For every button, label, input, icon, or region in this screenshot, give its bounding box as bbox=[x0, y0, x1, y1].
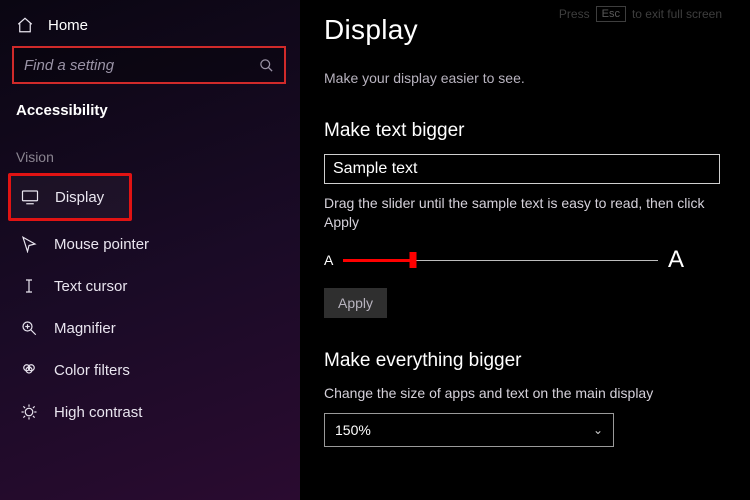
hint-key: Esc bbox=[596, 6, 626, 22]
search-icon bbox=[259, 58, 274, 73]
sidebar-item-label: Color filters bbox=[54, 362, 130, 379]
scale-dropdown[interactable]: 150% ⌄ bbox=[324, 413, 614, 447]
sidebar-item-label: Text cursor bbox=[54, 278, 127, 295]
main-panel: Press Esc to exit full screen Display Ma… bbox=[300, 0, 750, 500]
sidebar-item-display[interactable]: Display bbox=[11, 176, 129, 218]
page-subtitle: Make your display easier to see. bbox=[324, 70, 722, 86]
section-make-everything-bigger: Make everything bigger bbox=[324, 350, 722, 372]
sidebar-item-home[interactable]: Home bbox=[10, 10, 288, 46]
monitor-icon bbox=[21, 188, 39, 206]
fullscreen-hint: Press Esc to exit full screen bbox=[559, 6, 722, 22]
text-size-slider-row: A A bbox=[324, 246, 684, 274]
text-cursor-icon bbox=[20, 277, 38, 295]
scale-hint: Change the size of apps and text on the … bbox=[324, 384, 720, 403]
group-label-vision: Vision bbox=[10, 139, 288, 171]
high-contrast-icon bbox=[20, 403, 38, 421]
sidebar-item-label: Display bbox=[55, 189, 104, 206]
slider-max-label: A bbox=[668, 246, 684, 274]
search-input[interactable] bbox=[24, 57, 259, 74]
section-make-text-bigger: Make text bigger bbox=[324, 120, 722, 142]
sidebar-item-color-filters[interactable]: Color filters bbox=[10, 349, 288, 391]
sidebar-item-label: Mouse pointer bbox=[54, 236, 149, 253]
hint-rest: to exit full screen bbox=[632, 7, 722, 21]
home-icon bbox=[16, 16, 34, 34]
slider-min-label: A bbox=[324, 252, 333, 268]
category-title: Accessibility bbox=[10, 98, 288, 139]
magnifier-icon bbox=[20, 319, 38, 337]
sample-text-box: Sample text bbox=[324, 154, 720, 184]
chevron-down-icon: ⌄ bbox=[593, 423, 603, 437]
sidebar-item-magnifier[interactable]: Magnifier bbox=[10, 307, 288, 349]
color-filters-icon bbox=[20, 361, 38, 379]
sidebar-item-label: Magnifier bbox=[54, 320, 116, 337]
sidebar-item-text-cursor[interactable]: Text cursor bbox=[10, 265, 288, 307]
apply-button[interactable]: Apply bbox=[324, 288, 387, 318]
hint-press: Press bbox=[559, 7, 590, 21]
sidebar-item-high-contrast[interactable]: High contrast bbox=[10, 391, 288, 433]
home-label: Home bbox=[48, 17, 88, 34]
mouse-pointer-icon bbox=[20, 235, 38, 253]
slider-hint: Drag the slider until the sample text is… bbox=[324, 194, 720, 232]
sidebar: Home Accessibility Vision Display Mouse bbox=[0, 0, 300, 500]
search-input-container[interactable] bbox=[12, 46, 286, 84]
sidebar-item-mouse-pointer[interactable]: Mouse pointer bbox=[10, 223, 288, 265]
scale-dropdown-value: 150% bbox=[335, 422, 371, 438]
text-size-slider[interactable] bbox=[343, 251, 658, 269]
sidebar-item-label: High contrast bbox=[54, 404, 142, 421]
